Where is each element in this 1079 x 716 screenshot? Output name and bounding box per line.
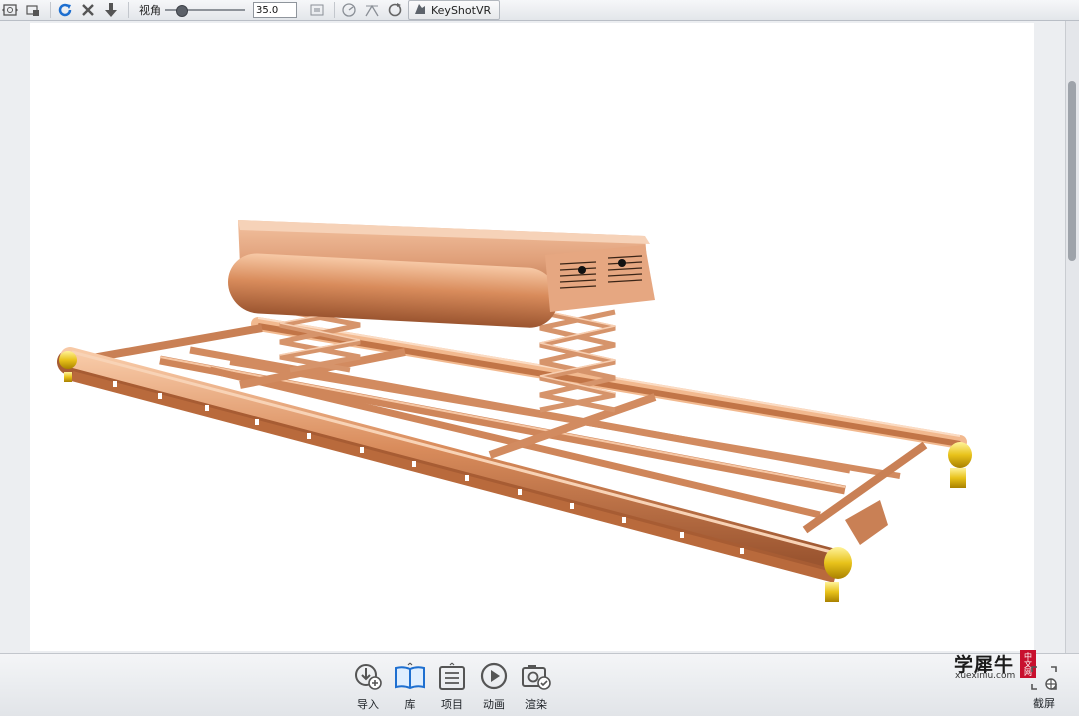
fov-slider[interactable] bbox=[165, 1, 245, 19]
top-toolbar: 视角 KeyShotVR bbox=[0, 0, 1079, 21]
render-button[interactable]: 渲染 bbox=[518, 658, 554, 712]
toolbar-separator bbox=[334, 2, 335, 18]
refresh-icon[interactable] bbox=[55, 1, 75, 19]
turntable-icon[interactable] bbox=[385, 1, 405, 19]
render-label: 渲染 bbox=[525, 698, 547, 711]
fov-input[interactable] bbox=[253, 2, 297, 18]
vr-icon bbox=[413, 2, 427, 19]
animation-icon bbox=[477, 658, 511, 694]
ribbon-buttons: 导入 库 项目 动画 渲染 bbox=[350, 658, 554, 712]
vertical-scrollbar[interactable] bbox=[1065, 21, 1079, 653]
import-button[interactable]: 导入 bbox=[350, 658, 386, 712]
screenshot-label: 截屏 bbox=[1033, 697, 1055, 710]
drop-to-ground-icon[interactable] bbox=[101, 1, 121, 19]
fit-view-icon[interactable] bbox=[78, 1, 98, 19]
screenshot-icon bbox=[1029, 664, 1059, 695]
fov-slider-thumb[interactable] bbox=[175, 5, 188, 17]
import-icon bbox=[351, 658, 385, 694]
region-icon[interactable] bbox=[362, 1, 382, 19]
toolbar-separator bbox=[50, 2, 51, 18]
screenshot-button[interactable]: 截屏 bbox=[1026, 664, 1062, 711]
project-label: 项目 bbox=[441, 698, 463, 711]
toolbar-separator bbox=[128, 2, 129, 18]
library-icon bbox=[393, 658, 427, 694]
fov-label: 视角 bbox=[139, 4, 161, 17]
camera-icon[interactable] bbox=[0, 1, 20, 19]
frame-icon[interactable] bbox=[307, 1, 327, 19]
library-button[interactable]: 库 bbox=[392, 658, 428, 712]
render-icon bbox=[519, 658, 553, 694]
vr-label: KeyShotVR bbox=[431, 3, 492, 17]
viewport-area bbox=[0, 21, 1066, 653]
keyshot-window: 视角 KeyShotVR bbox=[0, 0, 1079, 716]
render-viewport[interactable] bbox=[30, 23, 1034, 651]
project-icon bbox=[435, 658, 469, 694]
animation-label: 动画 bbox=[483, 698, 505, 711]
keyshot-vr-button[interactable]: KeyShotVR bbox=[408, 0, 501, 20]
bottom-ribbon: 导入 库 项目 动画 渲染 bbox=[0, 653, 1079, 716]
watermark-url: xuexiniu.com bbox=[955, 671, 1016, 681]
import-label: 导入 bbox=[357, 698, 379, 711]
lock-camera-icon[interactable] bbox=[23, 1, 43, 19]
animation-button[interactable]: 动画 bbox=[476, 658, 512, 712]
scroll-thumb[interactable] bbox=[1068, 81, 1076, 261]
library-label: 库 bbox=[404, 698, 416, 711]
project-button[interactable]: 项目 bbox=[434, 658, 470, 712]
performance-icon[interactable] bbox=[339, 1, 359, 19]
drying-rack-render bbox=[57, 220, 972, 602]
